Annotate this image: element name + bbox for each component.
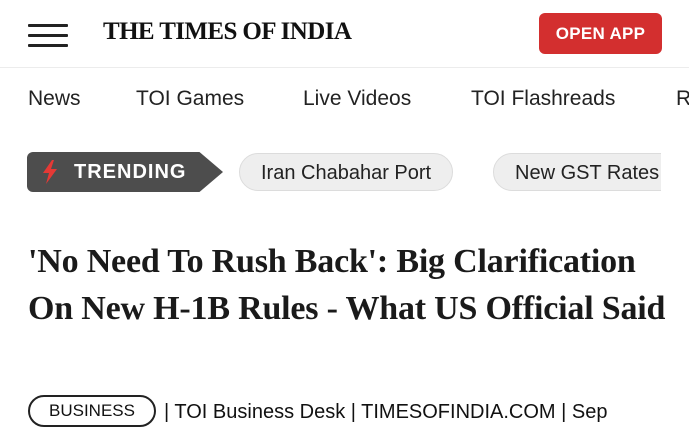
byline-row: BUSINESS | TOI Business Desk | TIMESOFIN… bbox=[0, 394, 689, 430]
trending-pill-iran-chabahar-port[interactable]: Iran Chabahar Port bbox=[239, 153, 454, 191]
section-nav: News TOI Games Live Videos TOI Flashread… bbox=[0, 70, 689, 128]
nav-item-partial[interactable]: R bbox=[676, 87, 689, 111]
nav-item-toi-games[interactable]: TOI Games bbox=[136, 87, 244, 111]
trending-row: TRENDING Iran Chabahar Port New GST Rate… bbox=[0, 150, 661, 194]
lightning-bolt-icon bbox=[43, 160, 57, 184]
hamburger-menu-icon[interactable] bbox=[28, 22, 68, 48]
hamburger-line bbox=[28, 24, 68, 27]
category-badge[interactable]: BUSINESS bbox=[28, 395, 156, 427]
hamburger-line bbox=[28, 44, 68, 47]
trending-label: TRENDING bbox=[74, 161, 187, 183]
article-headline[interactable]: 'No Need To Rush Back': Big Clarificatio… bbox=[28, 238, 668, 332]
hamburger-line bbox=[28, 34, 68, 37]
site-logo[interactable]: THE TIMES OF INDIA bbox=[103, 18, 352, 46]
trending-pill-new-gst-rates[interactable]: New GST Rates bbox=[493, 153, 661, 191]
top-header: THE TIMES OF INDIA OPEN APP bbox=[0, 0, 689, 68]
nav-item-live-videos[interactable]: Live Videos bbox=[303, 87, 411, 111]
nav-item-toi-flashreads[interactable]: TOI Flashreads bbox=[471, 87, 615, 111]
nav-item-news[interactable]: News bbox=[28, 87, 81, 111]
open-app-button[interactable]: OPEN APP bbox=[539, 13, 662, 54]
article-byline: | TOI Business Desk | TIMESOFINDIA.COM |… bbox=[164, 401, 608, 423]
trending-tag: TRENDING bbox=[27, 152, 223, 192]
